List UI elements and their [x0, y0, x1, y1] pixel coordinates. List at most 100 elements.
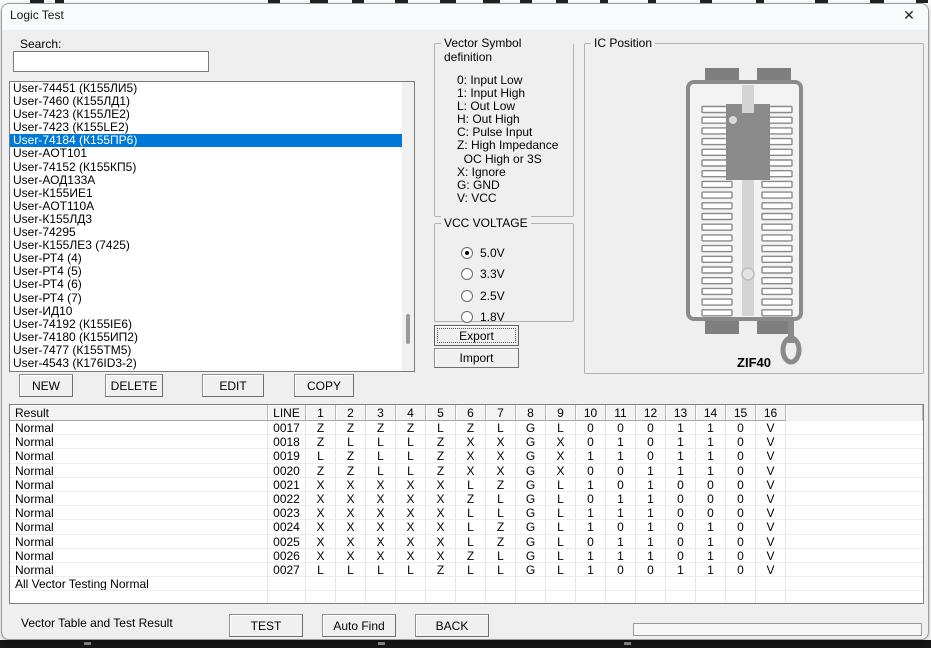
vector-cell: G — [516, 492, 546, 506]
vcc-option-5.0V[interactable]: 5.0V — [461, 242, 505, 264]
list-item[interactable]: User-74192 (К155IE6) — [10, 318, 414, 331]
line-cell: 0025 — [268, 535, 306, 549]
column-header: 7 — [486, 405, 516, 421]
row-filler — [786, 577, 923, 591]
list-item[interactable]: User-РТ4 (7) — [10, 292, 414, 305]
column-header: 13 — [666, 405, 696, 421]
line-cell: 0021 — [268, 478, 306, 492]
summary-row[interactable]: All Vector Testing Normal — [10, 577, 923, 591]
table-row[interactable]: Normal0017ZZZZLZLGL000110V — [10, 421, 923, 435]
vector-cell: 0 — [576, 464, 606, 478]
row-filler — [786, 464, 923, 478]
vector-cell: X — [306, 506, 336, 520]
vcc-option-3.3V[interactable]: 3.3V — [461, 264, 505, 286]
vector-cell: 1 — [636, 520, 666, 534]
delete-button[interactable]: DELETE — [105, 374, 163, 397]
line-cell: 0022 — [268, 492, 306, 506]
table-row[interactable]: Normal0020ZZLLZXXGX001110V — [10, 464, 923, 478]
table-row[interactable]: Normal0022XXXXXZLGL011000V — [10, 492, 923, 506]
vector-cell: 0 — [666, 492, 696, 506]
list-item[interactable]: User-74180 (К155ИП2) — [10, 331, 414, 344]
radio-icon[interactable] — [461, 268, 473, 280]
vector-cell: X — [396, 506, 426, 520]
list-item[interactable]: User-4543 (К176ID3-2) — [10, 357, 414, 370]
list-item[interactable]: User-7477 (К155ТМ5) — [10, 344, 414, 357]
vector-cell: 1 — [666, 449, 696, 463]
vector-cell: 1 — [576, 449, 606, 463]
table-row[interactable]: Normal0023XXXXXLLGL111000V — [10, 506, 923, 520]
vector-cell: 0 — [726, 506, 756, 520]
table-row[interactable]: Normal0018ZLLLZXXGX010110V — [10, 435, 923, 449]
result-table[interactable]: ResultLINE12345678910111213141516Normal0… — [9, 404, 924, 604]
radio-icon[interactable] — [461, 290, 473, 302]
vector-cell: 0 — [666, 549, 696, 563]
listbox-scrollbar[interactable] — [402, 82, 414, 371]
vcc-option-2.5V[interactable]: 2.5V — [461, 285, 505, 307]
export-button[interactable]: Export — [434, 325, 519, 346]
vector-cell: X — [366, 506, 396, 520]
table-row[interactable]: Normal0024XXXXXLZGL101010V — [10, 520, 923, 534]
list-item[interactable]: User-74152 (К155КП5) — [10, 161, 414, 174]
test-button[interactable]: TEST — [229, 614, 303, 637]
background-window-bottom — [0, 640, 931, 648]
import-button[interactable]: Import — [434, 348, 519, 368]
line-cell: 0026 — [268, 549, 306, 563]
row-filler — [786, 535, 923, 549]
column-header: 3 — [366, 405, 396, 421]
vector-cell: 1 — [636, 478, 666, 492]
vector-cell: 1 — [576, 563, 606, 577]
result-cell: Normal — [10, 492, 268, 506]
row-filler — [786, 478, 923, 492]
vector-cell: G — [516, 464, 546, 478]
list-item[interactable]: User-АОД133А — [10, 174, 414, 187]
table-row[interactable]: Normal0026XXXXXZLGL111010V — [10, 549, 923, 563]
edit-button[interactable]: EDIT — [202, 374, 264, 397]
vector-cell: G — [516, 563, 546, 577]
empty-cell — [336, 591, 366, 604]
new-button[interactable]: NEW — [19, 374, 73, 397]
result-cell: Normal — [10, 478, 268, 492]
auto-find-button[interactable]: Auto Find — [322, 614, 396, 637]
vector-cell: G — [516, 421, 546, 435]
footer-label: Vector Table and Test Result — [21, 616, 173, 630]
list-item[interactable]: User-ИД10 — [10, 305, 414, 318]
column-header: 15 — [726, 405, 756, 421]
vector-cell: X — [486, 464, 516, 478]
empty-cell — [636, 591, 666, 604]
table-row[interactable]: Normal0025XXXXXLZGL011010V — [10, 535, 923, 549]
vector-cell — [516, 577, 546, 591]
list-item[interactable]: User-AOT101 — [10, 147, 414, 160]
vector-cell: L — [366, 464, 396, 478]
result-cell: Normal — [10, 535, 268, 549]
vector-cell: L — [396, 464, 426, 478]
table-row[interactable]: Normal0027LLLLZLLGL100110V — [10, 563, 923, 577]
list-item[interactable]: User-РТ4 (6) — [10, 278, 414, 291]
row-filler — [786, 449, 923, 463]
row-filler — [786, 506, 923, 520]
back-button[interactable]: BACK — [415, 614, 489, 637]
vector-cell: 1 — [636, 506, 666, 520]
radio-icon[interactable] — [461, 311, 473, 323]
scrollbar-thumb[interactable] — [406, 314, 410, 344]
device-listbox[interactable]: User-74451 (К155ЛИ5)User-7460 (К155ЛД1)U… — [9, 81, 415, 372]
search-input[interactable] — [13, 51, 209, 72]
table-row[interactable]: Normal0019LZLLZXXGX110110V — [10, 449, 923, 463]
vector-cell: X — [396, 535, 426, 549]
empty-cell — [396, 591, 426, 604]
vector-cell: Z — [336, 464, 366, 478]
symbol-line: V: VCC — [457, 192, 558, 205]
radio-icon[interactable] — [461, 247, 473, 259]
list-item[interactable]: User-К155ИЕ1 — [10, 187, 414, 200]
vector-cell: V — [756, 506, 786, 520]
copy-button[interactable]: COPY — [294, 374, 354, 397]
vector-cell: 0 — [726, 520, 756, 534]
symbol-line: Z: High Impedance — [457, 139, 558, 152]
vector-cell: 1 — [606, 435, 636, 449]
line-cell — [268, 577, 306, 591]
close-icon[interactable]: ✕ — [898, 5, 920, 25]
vector-cell: 0 — [726, 449, 756, 463]
table-row[interactable]: Normal0021XXXXXLZGL101000V — [10, 478, 923, 492]
list-item[interactable]: User-AOT110A — [10, 200, 414, 213]
vector-cell: V — [756, 492, 786, 506]
vector-cell — [636, 577, 666, 591]
